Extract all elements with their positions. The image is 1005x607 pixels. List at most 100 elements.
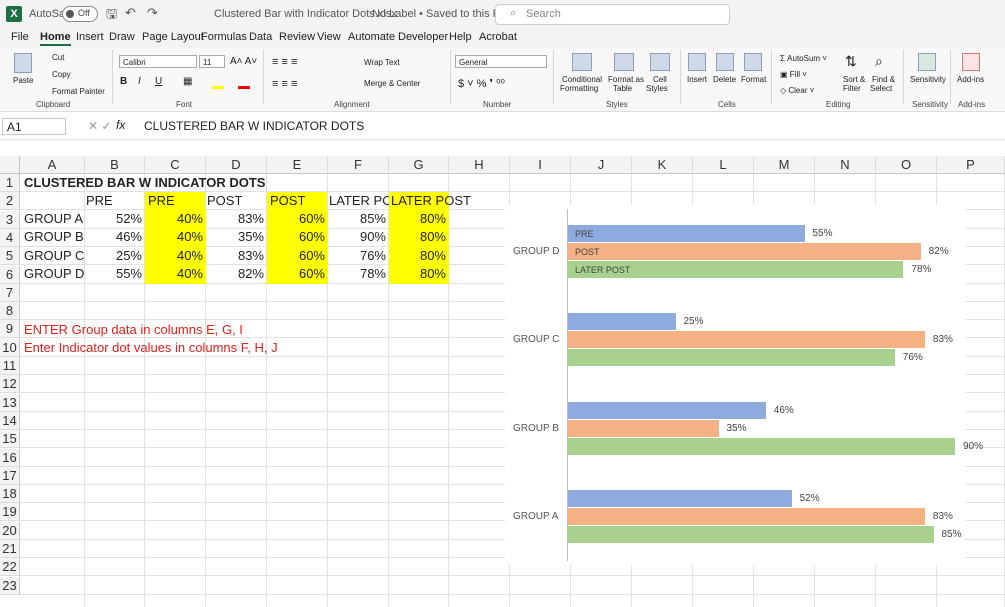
cancel-confirm-icons[interactable]: ✕ ✓ xyxy=(88,119,111,133)
undo-icon[interactable]: ↶ xyxy=(125,5,136,21)
header-pre-dot[interactable]: PRE xyxy=(145,192,205,210)
value-cell[interactable]: 80% xyxy=(389,210,449,229)
sensitivity-icon[interactable] xyxy=(918,53,936,71)
delete-cells-icon[interactable] xyxy=(716,53,734,71)
format-as-table-sub[interactable]: Table xyxy=(613,84,632,93)
delete-button[interactable]: Delete xyxy=(713,75,736,84)
bar-pre[interactable] xyxy=(568,313,676,330)
tab-home[interactable]: Home xyxy=(40,31,71,46)
bar-later-post[interactable] xyxy=(568,526,934,543)
column-header-n[interactable]: N xyxy=(815,156,876,174)
column-header-j[interactable]: J xyxy=(571,156,632,174)
number-format-select[interactable]: General xyxy=(455,55,547,68)
header-later-post-dot[interactable]: LATER POST xyxy=(389,192,471,210)
row-header-3[interactable]: 3 xyxy=(0,210,20,229)
bar-later-post[interactable] xyxy=(568,438,955,455)
cut-button[interactable]: Cut xyxy=(52,53,64,62)
cell-styles-button[interactable]: Cell xyxy=(653,75,667,84)
value-cell[interactable]: 35% xyxy=(206,228,267,246)
select-all-corner[interactable] xyxy=(0,156,20,174)
row-header-8[interactable]: 8 xyxy=(0,302,20,321)
row-header-9[interactable]: 9 xyxy=(0,320,20,339)
note-indicator-dots[interactable]: Enter Indicator dot values in columns F,… xyxy=(24,339,278,357)
value-cell[interactable]: 80% xyxy=(389,228,449,248)
row-header-6[interactable]: 6 xyxy=(0,265,20,284)
row-header-23[interactable]: 23 xyxy=(0,576,20,595)
font-size-select[interactable]: 11 xyxy=(199,55,225,68)
addins-button[interactable]: Add-ins xyxy=(957,75,984,84)
value-cell[interactable]: 52% xyxy=(85,210,145,228)
value-cell[interactable]: 90% xyxy=(328,228,389,246)
group-label-cell[interactable]: GROUP C xyxy=(24,247,84,265)
row-header-20[interactable]: 20 xyxy=(0,521,20,540)
header-post[interactable]: POST xyxy=(207,192,267,210)
column-header-o[interactable]: O xyxy=(876,156,937,174)
value-cell[interactable]: 40% xyxy=(145,210,206,229)
conditional-formatting-icon[interactable] xyxy=(572,53,592,71)
fill-color-icon[interactable] xyxy=(212,86,224,89)
value-cell[interactable]: 55% xyxy=(85,265,145,283)
find-select-sub[interactable]: Select xyxy=(870,84,892,93)
redo-icon[interactable]: ↷ xyxy=(147,5,158,21)
value-cell[interactable]: 83% xyxy=(206,210,267,228)
autosave-toggle[interactable]: Off xyxy=(62,6,98,22)
tab-file[interactable]: File xyxy=(11,31,29,43)
italic-icon[interactable]: I xyxy=(138,76,141,87)
column-header-b[interactable]: B xyxy=(85,156,145,174)
clustered-bar-chart[interactable]: GROUP D 55% PRE 82% POST 78% LATER POST GROUP C… xyxy=(505,205,983,565)
wrap-text-button[interactable]: Wrap Text xyxy=(364,58,400,67)
merge-center-button[interactable]: Merge & Center xyxy=(364,79,420,88)
bar-post[interactable] xyxy=(568,508,925,525)
bar-post[interactable] xyxy=(568,243,921,260)
sort-filter-button[interactable]: Sort & xyxy=(843,75,865,84)
column-header-p[interactable]: P xyxy=(937,156,1005,174)
save-icon[interactable]: 🖫 xyxy=(106,5,117,27)
bar-post[interactable] xyxy=(568,331,925,348)
row-header-17[interactable]: 17 xyxy=(0,466,20,485)
sort-filter-sub[interactable]: Filter xyxy=(843,84,861,93)
value-cell[interactable]: 40% xyxy=(145,228,206,248)
row-header-7[interactable]: 7 xyxy=(0,283,20,302)
value-cell[interactable]: 60% xyxy=(267,210,328,229)
formula-content[interactable]: CLUSTERED BAR W INDICATOR DOTS xyxy=(144,119,364,133)
sort-filter-icon[interactable]: ⇅ xyxy=(845,53,857,70)
value-cell[interactable]: 85% xyxy=(328,210,389,228)
value-cell[interactable]: 80% xyxy=(389,264,449,284)
format-as-table-button[interactable]: Format as xyxy=(608,75,644,84)
tab-page-layout[interactable]: Page Layout xyxy=(142,31,204,43)
insert-cells-icon[interactable] xyxy=(688,53,706,71)
tab-formulas[interactable]: Formulas xyxy=(201,31,247,43)
row-header-18[interactable]: 18 xyxy=(0,485,20,504)
row-header-4[interactable]: 4 xyxy=(0,228,20,247)
value-cell[interactable]: 82% xyxy=(206,265,267,283)
left-align-icon[interactable]: ≡ ≡ ≡ xyxy=(272,78,297,90)
value-cell[interactable]: 80% xyxy=(389,246,449,266)
tab-acrobat[interactable]: Acrobat xyxy=(479,31,517,43)
top-align-icon[interactable]: ≡ ≡ ≡ xyxy=(272,56,297,68)
column-header-e[interactable]: E xyxy=(267,156,328,174)
value-cell[interactable]: 40% xyxy=(145,264,206,284)
tab-automate[interactable]: Automate xyxy=(348,31,395,43)
sensitivity-status[interactable]: No Label • Saved to this PC xyxy=(372,8,508,20)
column-header-f[interactable]: F xyxy=(328,156,389,174)
fx-icon[interactable]: fx xyxy=(116,118,125,132)
header-pre[interactable]: PRE xyxy=(86,192,146,210)
row-header-22[interactable]: 22 xyxy=(0,558,20,577)
font-color-icon[interactable] xyxy=(238,86,250,89)
group-label-cell[interactable]: GROUP B xyxy=(24,228,84,246)
header-later-post[interactable]: LATER POS xyxy=(329,192,389,210)
row-header-15[interactable]: 15 xyxy=(0,430,20,449)
sensitivity-button[interactable]: Sensitivity xyxy=(910,75,946,84)
clear-button[interactable]: ◇ Clear ˅ xyxy=(780,86,814,95)
bar-post[interactable] xyxy=(568,420,719,437)
format-painter-button[interactable]: Format Painter xyxy=(52,87,105,96)
bar-pre[interactable] xyxy=(568,490,792,507)
bar-later-post[interactable] xyxy=(568,349,895,366)
column-header-a[interactable]: A xyxy=(20,156,85,174)
column-header-c[interactable]: C xyxy=(145,156,206,174)
font-name-select[interactable]: Calibri xyxy=(119,55,197,68)
tab-insert[interactable]: Insert xyxy=(76,31,104,43)
find-select-icon[interactable]: ⌕ xyxy=(875,53,883,70)
row-header-14[interactable]: 14 xyxy=(0,411,20,430)
format-as-table-icon[interactable] xyxy=(614,53,634,71)
